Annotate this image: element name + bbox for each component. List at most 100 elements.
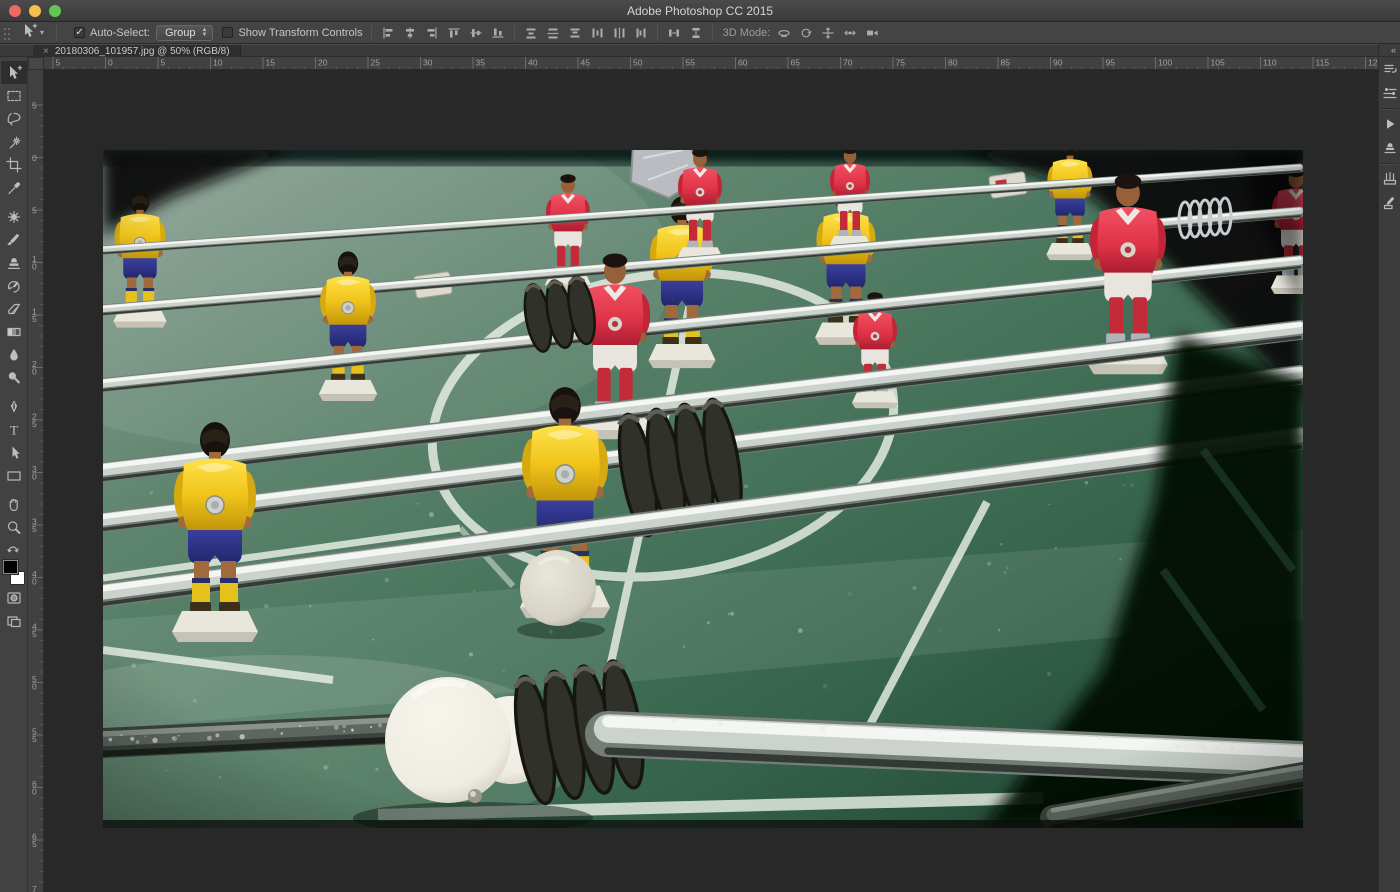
document-tab-title: 20180306_101957.jpg @ 50% (RGB/8): [55, 46, 230, 57]
lasso-tool[interactable]: [1, 107, 27, 130]
close-tab-icon[interactable]: ×: [43, 46, 49, 57]
auto-select-label: Auto-Select:: [90, 27, 150, 39]
3d-rotate-icon[interactable]: [776, 25, 792, 41]
distribute-vertical-centers-icon[interactable]: [545, 25, 561, 41]
clone-stamp-tool[interactable]: [1, 251, 27, 274]
swap-colors-icon[interactable]: [6, 541, 20, 559]
auto-select-checkbox[interactable]: ✓: [74, 27, 85, 38]
canvas-area[interactable]: [44, 70, 1378, 892]
move-tool[interactable]: [1, 61, 27, 84]
distribute-top-edges-icon[interactable]: [523, 25, 539, 41]
svg-text:0: 0: [108, 58, 113, 68]
svg-text:5: 5: [32, 839, 37, 849]
3d-scale-icon[interactable]: [864, 25, 880, 41]
foreground-color-swatch[interactable]: [3, 560, 18, 574]
auto-select-target-dropdown[interactable]: Group ▲▼: [156, 25, 214, 41]
brush-presets-panel-icon[interactable]: [1379, 167, 1400, 191]
distribute-buttons: [523, 25, 649, 41]
history-panel-icon[interactable]: [1379, 57, 1400, 81]
spot-healing-tool[interactable]: [1, 205, 27, 228]
svg-text:20: 20: [318, 58, 328, 68]
auto-select-target-value: Group: [165, 27, 196, 39]
svg-text:45: 45: [581, 58, 591, 68]
title-bar: Adobe Photoshop CC 2015: [0, 0, 1400, 22]
horizontal-ruler[interactable]: 5051015202530354045505560657075808590951…: [44, 57, 1378, 70]
pen-tool[interactable]: [1, 395, 27, 418]
history-brush-tool[interactable]: [1, 274, 27, 297]
properties-panel-icon[interactable]: [1379, 81, 1400, 105]
tool-palette: T: [0, 57, 28, 892]
vertical-ruler[interactable]: 50510152025303540455055606570: [28, 70, 44, 892]
eraser-tool[interactable]: [1, 297, 27, 320]
brush-tool[interactable]: [1, 228, 27, 251]
minimize-window-button[interactable]: [29, 5, 41, 17]
crop-tool[interactable]: [1, 153, 27, 176]
svg-text:120: 120: [1368, 58, 1378, 68]
align-bottom-edges-icon[interactable]: [490, 25, 506, 41]
align-left-edges-icon[interactable]: [380, 25, 396, 41]
marquee-tool[interactable]: [1, 84, 27, 107]
distribute-horizontal-spacing-icon[interactable]: [666, 25, 682, 41]
svg-text:0: 0: [32, 153, 37, 163]
window-title: Adobe Photoshop CC 2015: [627, 4, 773, 18]
distribute-vertical-spacing-icon[interactable]: [688, 25, 704, 41]
svg-text:75: 75: [896, 58, 906, 68]
zoom-tool[interactable]: [1, 516, 27, 539]
zoom-window-button[interactable]: [49, 5, 61, 17]
close-window-button[interactable]: [9, 5, 21, 17]
align-right-edges-icon[interactable]: [424, 25, 440, 41]
clone-source-panel-icon[interactable]: [1379, 136, 1400, 160]
distribute-bottom-edges-icon[interactable]: [567, 25, 583, 41]
blur-tool[interactable]: [1, 343, 27, 366]
show-transform-controls-checkbox[interactable]: [222, 27, 233, 38]
align-horizontal-centers-icon[interactable]: [402, 25, 418, 41]
distribute-left-edges-icon[interactable]: [589, 25, 605, 41]
svg-text:30: 30: [423, 58, 433, 68]
align-buttons: [380, 25, 506, 41]
svg-text:T: T: [10, 422, 18, 437]
chevron-down-icon: ▾: [40, 28, 44, 37]
actions-panel-icon[interactable]: [1379, 112, 1400, 136]
align-vertical-centers-icon[interactable]: [468, 25, 484, 41]
shape-tool[interactable]: [1, 464, 27, 487]
quick-mask-button[interactable]: [1, 586, 27, 609]
hand-tool[interactable]: [1, 493, 27, 516]
divider: [712, 25, 713, 41]
type-tool[interactable]: T: [1, 418, 27, 441]
svg-text:95: 95: [1106, 58, 1116, 68]
updown-arrows-icon: ▲▼: [202, 28, 208, 38]
options-bar-grip[interactable]: [2, 26, 12, 40]
svg-text:5: 5: [32, 734, 37, 744]
traffic-lights[interactable]: [9, 5, 61, 17]
options-bar: ▾ ✓ Auto-Select: Group ▲▼ Show Transform…: [0, 22, 1400, 44]
distribute-right-edges-icon[interactable]: [633, 25, 649, 41]
path-selection-tool[interactable]: [1, 441, 27, 464]
3d-drag-icon[interactable]: [820, 25, 836, 41]
align-top-edges-icon[interactable]: [446, 25, 462, 41]
svg-text:100: 100: [1158, 58, 1172, 68]
eyedropper-tool[interactable]: [1, 176, 27, 199]
panel-icons: [1379, 57, 1400, 215]
expand-panels-button[interactable]: «: [1379, 44, 1400, 57]
svg-text:5: 5: [32, 205, 37, 215]
document-image-foosball-photo[interactable]: [103, 150, 1303, 828]
ruler-corner[interactable]: [28, 57, 44, 70]
svg-text:15: 15: [266, 58, 276, 68]
svg-text:5: 5: [32, 100, 37, 110]
3d-roll-icon[interactable]: [798, 25, 814, 41]
svg-text:65: 65: [791, 58, 801, 68]
dodge-tool[interactable]: [1, 366, 27, 389]
screen-mode-button[interactable]: [1, 609, 27, 632]
divider: [371, 25, 372, 41]
tool-preset-picker[interactable]: ▾: [16, 21, 48, 44]
distribute-horizontal-centers-icon[interactable]: [611, 25, 627, 41]
3d-slide-icon[interactable]: [842, 25, 858, 41]
gradient-tool[interactable]: [1, 320, 27, 343]
photoshop-window: Adobe Photoshop CC 2015 ▾ ✓ Auto-Select:…: [0, 0, 1400, 892]
svg-text:5: 5: [32, 629, 37, 639]
svg-text:5: 5: [32, 419, 37, 429]
divider: [56, 25, 57, 41]
tool-presets-panel-icon[interactable]: [1379, 191, 1400, 215]
show-transform-controls-label: Show Transform Controls: [238, 27, 362, 39]
magic-wand-tool[interactable]: [1, 130, 27, 153]
